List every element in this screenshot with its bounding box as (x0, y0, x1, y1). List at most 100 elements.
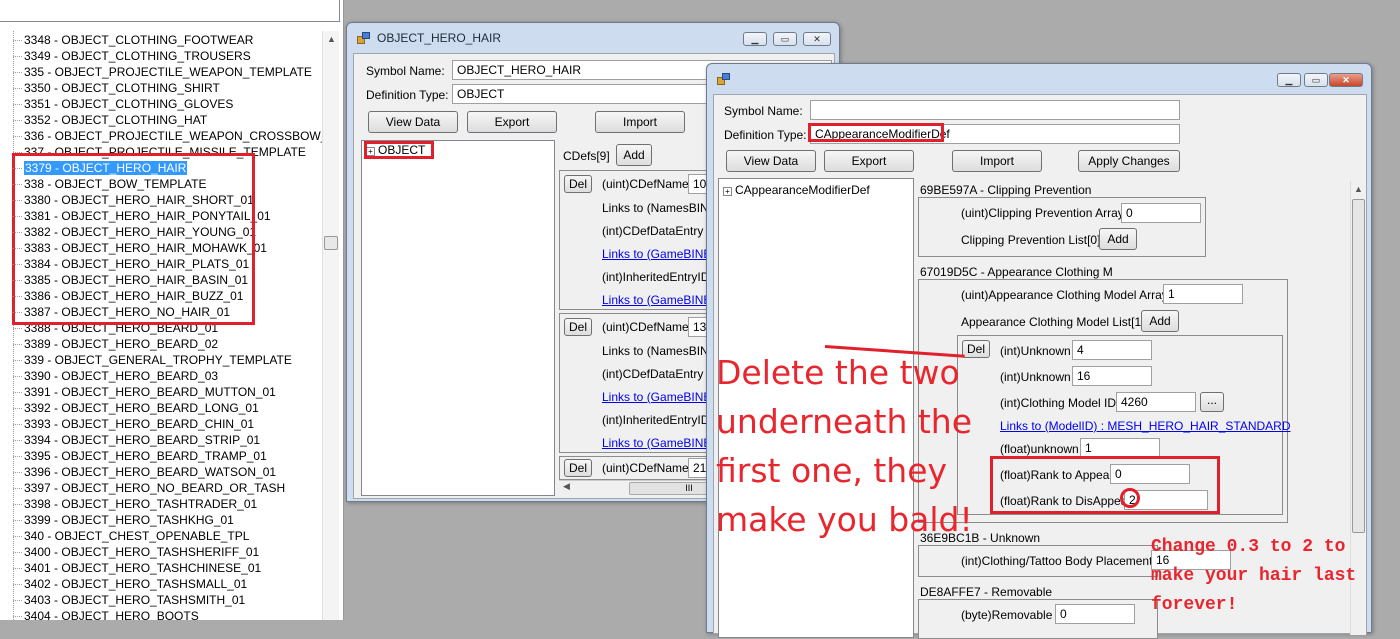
tree-scrollbar[interactable]: ▲ (322, 31, 339, 620)
delete-button[interactable]: Del (564, 459, 592, 477)
section-clipping-panel: (uint)Clipping Prevention Array 0 Clippi… (918, 197, 1206, 257)
tree-filter-field[interactable] (0, 0, 340, 22)
tree-item-label: 3400 - OBJECT_HERO_TASHSHERIFF_01 (24, 545, 260, 559)
tree-item[interactable]: 3404 - OBJECT_HERO_BOOTS (24, 608, 199, 620)
tree-item[interactable]: 3391 - OBJECT_HERO_BEARD_MUTTON_01 (24, 384, 276, 400)
close-button[interactable]: ✕ (803, 32, 831, 46)
gamebin-link[interactable]: Links to (GameBINEr (602, 247, 715, 261)
tree-connector (13, 568, 22, 569)
delete-button[interactable]: Del (564, 318, 592, 336)
scroll-thumb[interactable] (1352, 199, 1365, 533)
clipping-list-label: Clipping Prevention List[0] (961, 233, 1101, 247)
gamebin-link[interactable]: Links to (GameBINEr (602, 436, 715, 450)
cdefs-add-button[interactable]: Add (616, 144, 652, 166)
section-clothing-panel: (uint)Appearance Clothing Model Array 1 … (918, 279, 1291, 523)
symbol-name-field[interactable] (810, 100, 1180, 120)
tree-item[interactable]: 3399 - OBJECT_HERO_TASHKHG_01 (24, 512, 234, 528)
tree-item[interactable]: 339 - OBJECT_GENERAL_TROPHY_TEMPLATE (24, 352, 292, 368)
view-data-button[interactable]: View Data (726, 150, 816, 172)
section-clipping-header: 69BE597A - Clipping Prevention (920, 183, 1092, 197)
unknown2-field[interactable]: 16 (1072, 366, 1152, 386)
export-button[interactable]: Export (467, 111, 557, 133)
clothing-array-field[interactable]: 1 (1163, 284, 1243, 304)
scroll-up-arrow-icon[interactable]: ▲ (323, 31, 340, 48)
clipping-array-field[interactable]: 0 (1121, 203, 1201, 223)
note-line: underneath the (716, 402, 973, 441)
definition-type-label: Definition Type: (366, 88, 449, 102)
tree-item[interactable]: 3394 - OBJECT_HERO_BEARD_STRIP_01 (24, 432, 260, 448)
note-line: forever! (1151, 595, 1238, 615)
unknown1-field[interactable]: 4 (1072, 340, 1152, 360)
delete-button[interactable]: Del (564, 175, 592, 193)
tree-item[interactable]: 3398 - OBJECT_HERO_TASHTRADER_01 (24, 496, 257, 512)
change-value-note: Change 0.3 to 2 to make your hair last f… (1151, 533, 1356, 620)
tree-item[interactable]: 3396 - OBJECT_HERO_BEARD_WATSON_01 (24, 464, 276, 480)
cdefdataentry-label: (int)CDefDataEntry (602, 367, 704, 381)
float-unknown-field[interactable]: 1 (1080, 438, 1160, 458)
tree-item[interactable]: 3352 - OBJECT_CLOTHING_HAT (24, 112, 207, 128)
clothing-add-button[interactable]: Add (1141, 310, 1179, 332)
note-line: make your hair last (1151, 566, 1357, 586)
maximize-button[interactable]: ▭ (773, 32, 797, 46)
expand-plus-icon[interactable]: + (723, 187, 732, 196)
tree-item[interactable]: 3400 - OBJECT_HERO_TASHSHERIFF_01 (24, 544, 259, 560)
float-unknown-label: (float)unknown (1000, 442, 1079, 456)
tree-connector (13, 120, 22, 121)
tree-connector (13, 440, 22, 441)
definition-type-label: Definition Type: (724, 128, 807, 142)
tree-item[interactable]: 3389 - OBJECT_HERO_BEARD_02 (24, 336, 218, 352)
import-button[interactable]: Import (952, 150, 1042, 172)
tree-connector (13, 408, 22, 409)
tree-item-label: 3349 - OBJECT_CLOTHING_TROUSERS (24, 49, 251, 63)
removable-field[interactable]: 0 (1055, 604, 1135, 624)
scroll-up-arrow-icon[interactable]: ▲ (1351, 181, 1366, 198)
minimize-button[interactable]: ▁ (743, 32, 767, 46)
clipping-add-button[interactable]: Add (1099, 228, 1137, 250)
tree-item-label: 339 - OBJECT_GENERAL_TROPHY_TEMPLATE (24, 353, 292, 367)
tree-item[interactable]: 3348 - OBJECT_CLOTHING_FOOTWEAR (24, 32, 253, 48)
gamebin-link[interactable]: Links to (GameBINEr (602, 390, 715, 404)
tree-item[interactable]: 3393 - OBJECT_HERO_BEARD_CHIN_01 (24, 416, 254, 432)
model-id-field[interactable]: 4260 (1116, 392, 1196, 412)
note-line: Change 0.3 to 2 to (1151, 537, 1346, 557)
tree-item[interactable]: 3392 - OBJECT_HERO_BEARD_LONG_01 (24, 400, 259, 416)
delete-instruction-note: Delete the two underneath the first one,… (716, 348, 973, 544)
tree-item[interactable]: 3402 - OBJECT_HERO_TASHSMALL_01 (24, 576, 247, 592)
maximize-button[interactable]: ▭ (1304, 73, 1328, 87)
tree-connector (13, 536, 22, 537)
app-icon (357, 32, 371, 44)
apply-changes-button[interactable]: Apply Changes (1078, 150, 1180, 172)
tree-item[interactable]: 340 - OBJECT_CHEST_OPENABLE_TPL (24, 528, 249, 544)
tree-item[interactable]: 3349 - OBJECT_CLOTHING_TROUSERS (24, 48, 251, 64)
section-unknown-panel: (int)Clothing/Tattoo Body Placement 16 (918, 545, 1231, 577)
tree-connector (13, 152, 22, 153)
tree-item-label: 3392 - OBJECT_HERO_BEARD_LONG_01 (24, 401, 259, 415)
tree-item[interactable]: 3395 - OBJECT_HERO_BEARD_TRAMP_01 (24, 448, 267, 464)
tree-item[interactable]: 3351 - OBJECT_CLOTHING_GLOVES (24, 96, 233, 112)
model-id-link[interactable]: Links to (ModelID) : MESH_HERO_HAIR_STAN… (1000, 419, 1291, 433)
tree-item[interactable]: 335 - OBJECT_PROJECTILE_WEAPON_TEMPLATE (24, 64, 312, 80)
scroll-left-arrow-icon[interactable]: ◀ (563, 481, 570, 492)
view-data-button[interactable]: View Data (368, 111, 458, 133)
tree-item[interactable]: 336 - OBJECT_PROJECTILE_WEAPON_CROSSBOW_… (24, 128, 322, 144)
tree-item-label: 3402 - OBJECT_HERO_TASHSMALL_01 (24, 577, 248, 591)
export-button[interactable]: Export (824, 150, 914, 172)
tree-item[interactable]: 3390 - OBJECT_HERO_BEARD_03 (24, 368, 218, 384)
tree-node-cappearance[interactable]: + CAppearanceModifierDef (723, 183, 870, 197)
tree-item[interactable]: 3403 - OBJECT_HERO_TASHSMITH_01 (24, 592, 245, 608)
import-button[interactable]: Import (595, 111, 685, 133)
symbol-name-label: Symbol Name: (724, 104, 803, 118)
tree-item-label: 3394 - OBJECT_HERO_BEARD_STRIP_01 (24, 433, 261, 447)
names-link-text: Links to (NamesBINE (602, 344, 717, 358)
tree-item-label: 3398 - OBJECT_HERO_TASHTRADER_01 (24, 497, 258, 511)
gamebin-link[interactable]: Links to (GameBINEr (602, 293, 715, 307)
browse-button[interactable]: ... (1200, 392, 1224, 412)
tree-item[interactable]: 3401 - OBJECT_HERO_TASHCHINESE_01 (24, 560, 261, 576)
minimize-button[interactable]: ▁ (1277, 73, 1301, 87)
scroll-thumb[interactable] (324, 236, 338, 250)
tree-item[interactable]: 3397 - OBJECT_HERO_NO_BEARD_OR_TASH (24, 480, 285, 496)
tree-item-label: 3351 - OBJECT_CLOTHING_GLOVES (24, 97, 234, 111)
tree-connector (13, 88, 22, 89)
tree-item[interactable]: 3350 - OBJECT_CLOTHING_SHIRT (24, 80, 220, 96)
close-button[interactable]: ✕ (1329, 73, 1363, 87)
